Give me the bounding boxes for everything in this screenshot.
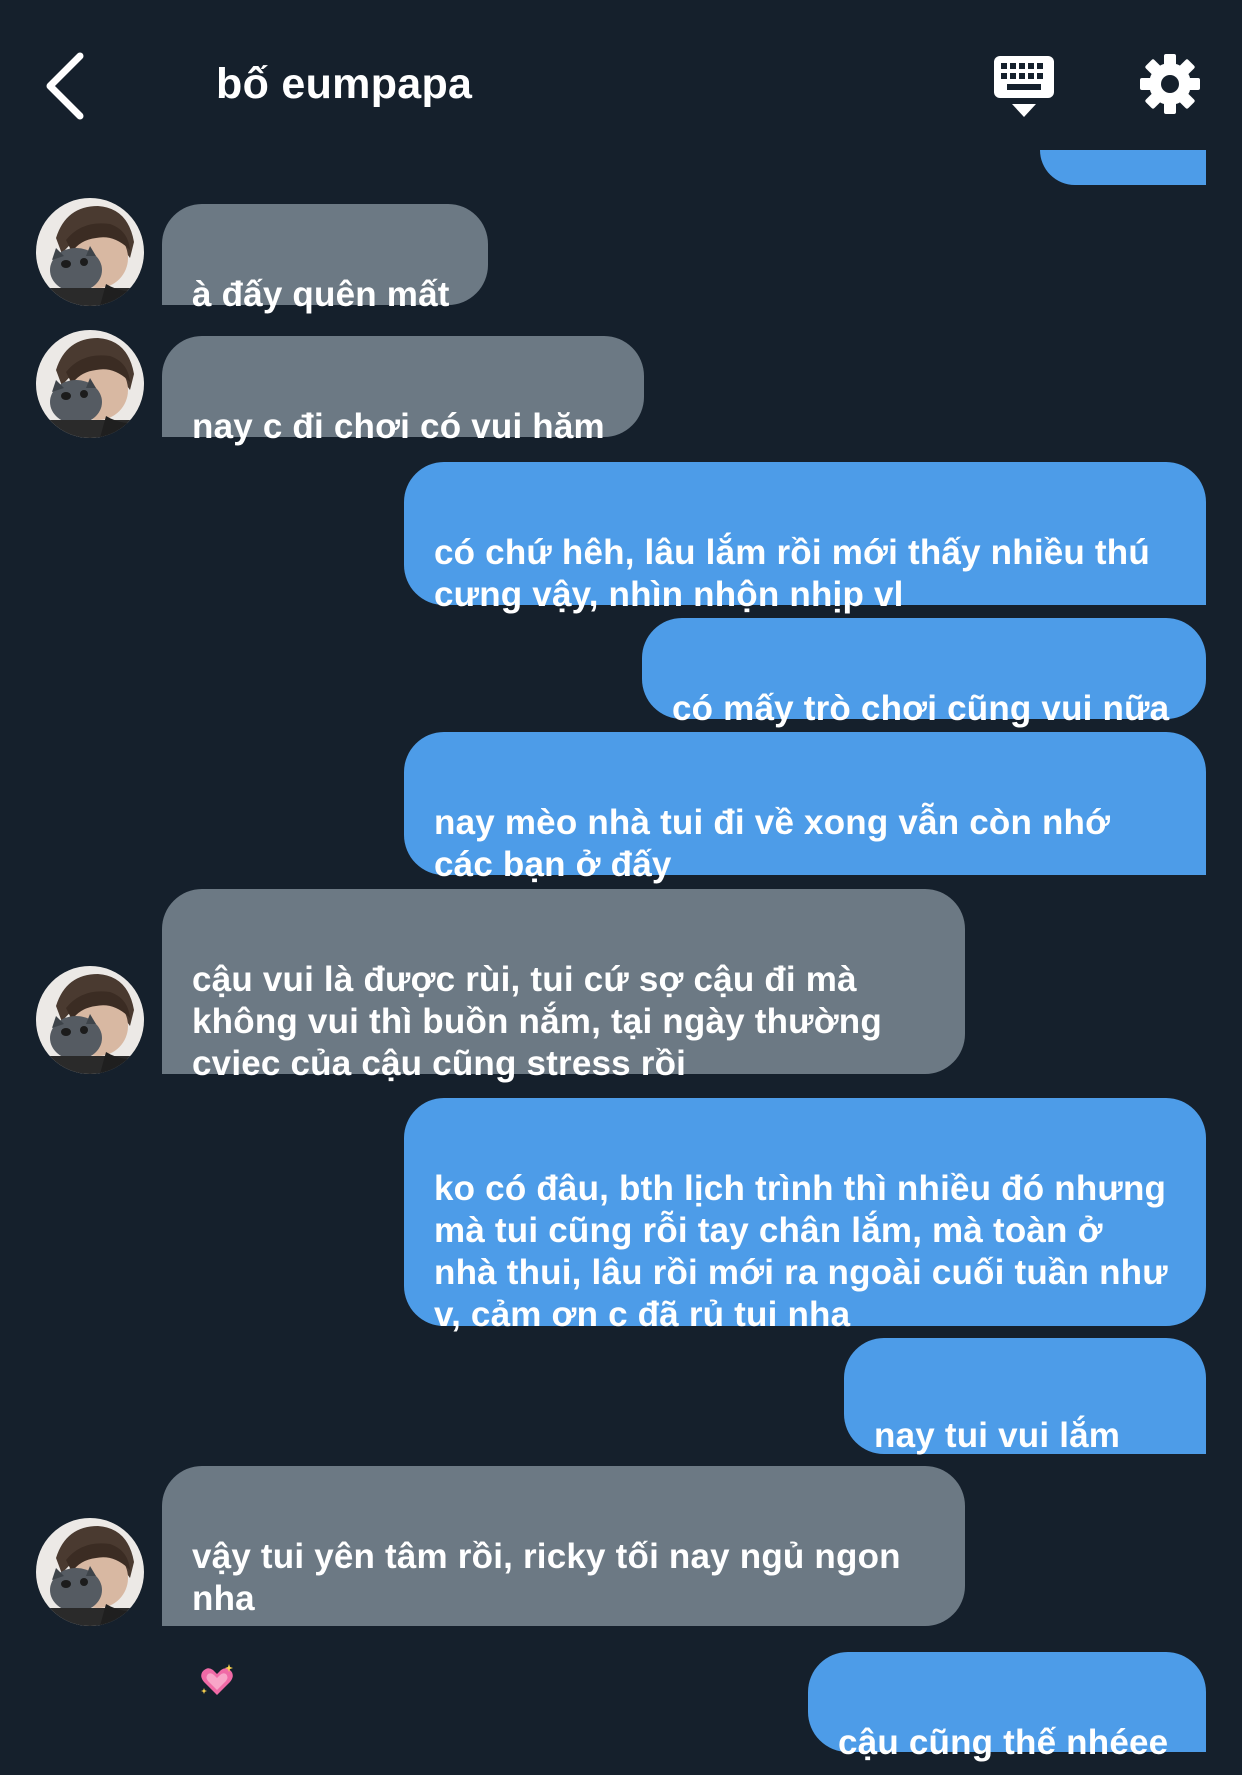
chevron-left-icon: [46, 52, 84, 120]
message-bubble-sent[interactable]: ko có đâu, bth lịch trình thì nhiều đó n…: [404, 1098, 1206, 1334]
avatar[interactable]: [36, 198, 144, 306]
message-text: nay tui vui lắm: [874, 1416, 1121, 1455]
message-text: cậu vui là được rùi, tui cứ sợ cậu đi mà…: [192, 960, 882, 1083]
chat-header: bố eumpapa: [0, 0, 1242, 160]
message-bubble-sent[interactable]: nay tui vui lắm: [844, 1338, 1206, 1535]
keyboard-icon: [994, 56, 1054, 117]
previous-message-bubble[interactable]: [1040, 150, 1206, 185]
avatar[interactable]: [36, 330, 144, 438]
message-text: cậu cũng thế nhéee: [838, 1723, 1169, 1762]
message-bubble-received[interactable]: à đấy quên mất: [162, 204, 488, 314]
chat-title: bố eumpapa: [216, 60, 473, 108]
message-text: vậy tui yên tâm rồi, ricky tối nay ngủ n…: [192, 1537, 901, 1618]
message-text: à đấy quên mất: [192, 275, 450, 314]
message-text: có chứ hêh, lâu lắm rồi mới thấy nhiều t…: [434, 533, 1150, 614]
message-bubble-received[interactable]: nay c đi chơi có vui hăm: [162, 336, 644, 446]
message-text: nay mèo nhà tui đi về xong vẫn còn nhớ c…: [434, 803, 1111, 884]
message-text: ko có đâu, bth lịch trình thì nhiều đó n…: [434, 1169, 1168, 1334]
settings-button[interactable]: [1138, 52, 1202, 116]
message-bubble-received[interactable]: vậy tui yên tâm rồi, ricky tối nay ngủ n…: [162, 1466, 965, 1695]
back-button[interactable]: [40, 50, 90, 122]
message-bubble-received[interactable]: cậu vui là được rùi, tui cứ sợ cậu đi mà…: [162, 889, 965, 1083]
gear-icon: [1140, 54, 1200, 114]
message-bubble-sent[interactable]: cậu cũng thế nhéee: [808, 1652, 1206, 1762]
avatar[interactable]: [36, 966, 144, 1074]
message-text: nay c đi chơi có vui hăm: [192, 407, 605, 446]
keyboard-button[interactable]: [992, 54, 1056, 127]
avatar[interactable]: [36, 1518, 144, 1626]
message-bubble-sent[interactable]: nay mèo nhà tui đi về xong vẫn còn nhớ c…: [404, 732, 1206, 884]
message-bubble-sent[interactable]: có mấy trò chơi cũng vui nữa: [642, 618, 1206, 728]
sparkling-heart-emoji: [198, 1620, 236, 1710]
message-text: có mấy trò chơi cũng vui nữa: [672, 689, 1170, 728]
message-bubble-sent[interactable]: có chứ hêh, lâu lắm rồi mới thấy nhiều t…: [404, 462, 1206, 614]
